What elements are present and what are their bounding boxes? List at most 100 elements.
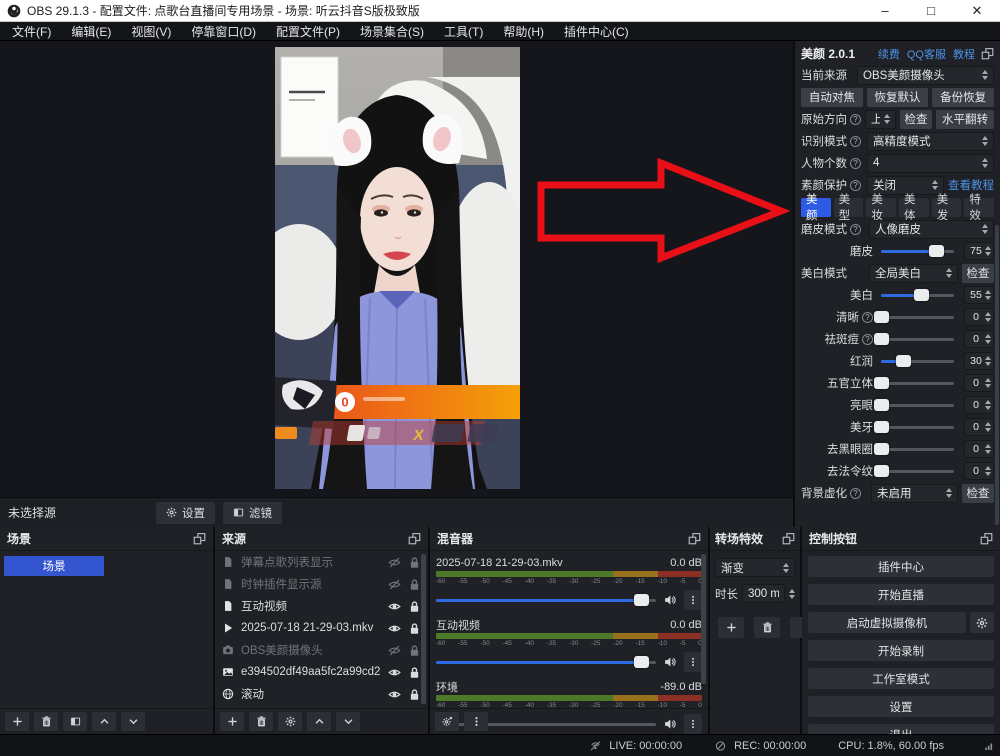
lock-icon[interactable] — [408, 688, 421, 701]
transition-duration-spinner[interactable]: 300 ms — [742, 584, 785, 603]
menu-view[interactable]: 视图(V) — [121, 22, 181, 40]
help-icon[interactable]: ? — [850, 180, 861, 191]
renew-link[interactable]: 续费 — [878, 46, 900, 62]
chevron-updown-icon[interactable] — [789, 589, 795, 599]
menu-profile[interactable]: 配置文件(P) — [266, 22, 350, 40]
popout-icon[interactable] — [980, 532, 993, 545]
move-source-up-button[interactable] — [307, 712, 331, 731]
smooth-value[interactable]: 75 — [964, 242, 994, 260]
add-source-button[interactable] — [220, 712, 244, 731]
remove-source-button[interactable] — [249, 712, 273, 731]
tab-effects[interactable]: 特效 — [964, 198, 994, 217]
menu-docks[interactable]: 停靠窗口(D) — [181, 22, 266, 40]
popout-icon[interactable] — [782, 532, 795, 545]
help-icon[interactable]: ? — [850, 136, 861, 147]
mixer-menu-button[interactable] — [464, 712, 488, 731]
face3d-value[interactable]: 0 — [964, 374, 994, 392]
eye-icon[interactable] — [388, 666, 401, 679]
slider-handle[interactable] — [896, 355, 911, 367]
lock-icon[interactable] — [408, 556, 421, 569]
advanced-audio-button[interactable] — [435, 712, 459, 731]
eye-off-icon[interactable] — [388, 644, 401, 657]
slider-handle[interactable] — [874, 311, 889, 323]
lock-icon[interactable] — [408, 600, 421, 613]
nasolabial-slider[interactable] — [881, 470, 954, 473]
rosy-value[interactable]: 30 — [964, 352, 994, 370]
maximize-button[interactable]: □ — [908, 0, 954, 21]
source-row[interactable]: OBS美颜摄像头 — [215, 639, 428, 661]
volume-slider[interactable] — [436, 661, 656, 664]
slider-handle[interactable] — [929, 245, 944, 257]
slider-handle[interactable] — [874, 465, 889, 477]
lock-icon[interactable] — [408, 666, 421, 679]
help-icon[interactable]: ? — [862, 334, 873, 345]
tab-hair[interactable]: 美发 — [932, 198, 962, 217]
preview-canvas[interactable]: 0 X 未选择源 设置 滤镜 — [0, 41, 793, 527]
transition-type-select[interactable]: 渐变 — [715, 558, 795, 577]
minimize-button[interactable]: – — [862, 0, 908, 21]
current-source-select[interactable]: OBS美颜摄像头 — [857, 66, 994, 85]
tab-reshape[interactable]: 美型 — [834, 198, 864, 217]
backup-restore-button[interactable]: 备份恢复 — [932, 88, 994, 107]
eye-icon[interactable] — [388, 600, 401, 613]
add-scene-button[interactable] — [5, 712, 29, 731]
tab-beauty[interactable]: 美颜 — [801, 198, 831, 217]
source-filters-button[interactable]: 滤镜 — [223, 502, 282, 524]
slider-handle[interactable] — [634, 594, 649, 606]
menu-plugin-center[interactable]: 插件中心(C) — [554, 22, 639, 40]
menu-help[interactable]: 帮助(H) — [493, 22, 554, 40]
channel-menu-button[interactable] — [684, 590, 702, 610]
slider-handle[interactable] — [874, 421, 889, 433]
slider-handle[interactable] — [874, 377, 889, 389]
brighteye-value[interactable]: 0 — [964, 396, 994, 414]
menu-tools[interactable]: 工具(T) — [434, 22, 493, 40]
slider-handle[interactable] — [874, 333, 889, 345]
scrollbar[interactable] — [995, 225, 999, 525]
autofocus-button[interactable]: 自动对焦 — [801, 88, 863, 107]
scrollbar[interactable] — [421, 554, 426, 704]
darkcircle-slider[interactable] — [881, 448, 954, 451]
bg-blur-check-button[interactable]: 检查 — [962, 484, 994, 503]
whiten-mode-select[interactable]: 全局美白 — [869, 264, 958, 283]
popout-icon[interactable] — [408, 532, 421, 545]
lock-icon[interactable] — [408, 578, 421, 591]
scene-list-item[interactable]: 场景 — [4, 556, 104, 576]
detect-mode-select[interactable]: 高精度模式 — [867, 132, 994, 151]
clarity-slider[interactable] — [881, 316, 954, 319]
blemish-value[interactable]: 0 — [964, 330, 994, 348]
slider-handle[interactable] — [874, 399, 889, 411]
plugin-center-button[interactable]: 插件中心 — [808, 556, 994, 577]
teeth-value[interactable]: 0 — [964, 418, 994, 436]
help-icon[interactable]: ? — [850, 488, 861, 499]
qq-support-link[interactable]: QQ客服 — [907, 46, 946, 62]
move-source-down-button[interactable] — [336, 712, 360, 731]
help-icon[interactable]: ? — [850, 114, 861, 125]
source-row[interactable]: 弹幕点歌列表显示 — [215, 551, 428, 573]
orientation-check-button[interactable]: 检查 — [900, 110, 932, 129]
help-icon[interactable]: ? — [850, 158, 861, 169]
orientation-select[interactable]: 上 — [865, 110, 896, 129]
rosy-slider[interactable] — [881, 360, 954, 363]
start-virtual-camera-button[interactable]: 启动虚拟摄像机 — [808, 612, 966, 633]
channel-menu-button[interactable] — [684, 652, 702, 672]
popout-icon[interactable] — [981, 47, 994, 60]
remove-transition-button[interactable] — [754, 617, 780, 638]
menu-file[interactable]: 文件(F) — [2, 22, 61, 40]
help-icon[interactable]: ? — [850, 224, 861, 235]
source-settings-button[interactable]: 设置 — [156, 502, 215, 524]
whiten-slider[interactable] — [881, 294, 954, 297]
volume-slider[interactable] — [436, 599, 656, 602]
menu-edit[interactable]: 编辑(E) — [61, 22, 121, 40]
source-row[interactable]: 互动视频 — [215, 595, 428, 617]
whiten-check-button[interactable]: 检查 — [962, 264, 994, 283]
whiten-value[interactable]: 55 — [964, 286, 994, 304]
teeth-slider[interactable] — [881, 426, 954, 429]
source-row[interactable]: 滚动 — [215, 683, 428, 705]
settings-button[interactable]: 设置 — [808, 696, 994, 717]
scene-filters-button[interactable] — [63, 712, 87, 731]
eye-off-icon[interactable] — [388, 578, 401, 591]
smooth-mode-select[interactable]: 人像磨皮 — [869, 220, 994, 239]
source-row[interactable]: e394502df49aa5fc2a99cd2e7c — [215, 661, 428, 683]
close-button[interactable]: ✕ — [954, 0, 1000, 21]
person-count-spinner[interactable]: 4 — [867, 154, 994, 173]
